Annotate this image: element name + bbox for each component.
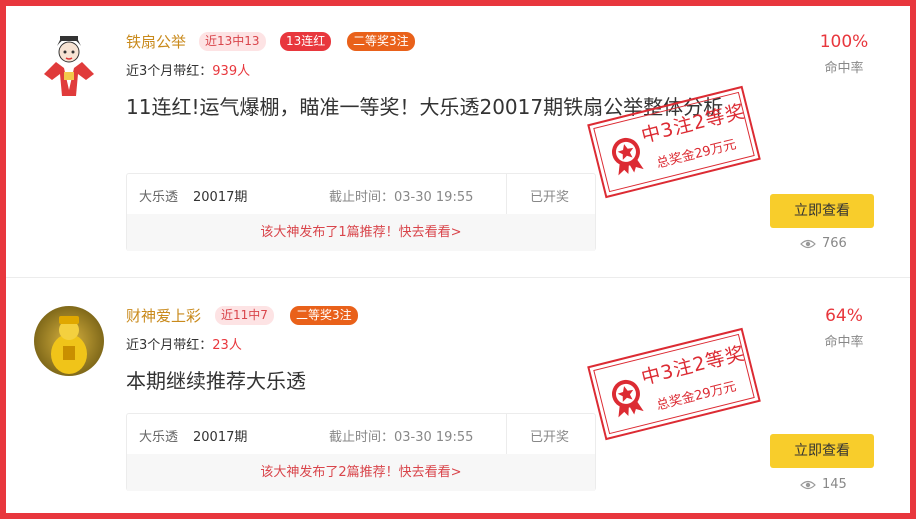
- view-count: 145: [800, 477, 847, 492]
- deadline-time: 截止时间：03-30 19:55: [329, 190, 474, 205]
- eye-icon: [800, 239, 816, 248]
- followers-stat: 近3个月带红：939人: [126, 60, 250, 79]
- stat-label: 近3个月带红：: [126, 338, 213, 353]
- issue-number: 20017期: [193, 190, 248, 205]
- hit-record-tag: 近13中13: [199, 32, 266, 51]
- lottery-name: 大乐透: [139, 190, 179, 205]
- lottery-info-box: 大乐透 20017期 截止时间：03-30 19:55 已开奖 该大神发布了1篇…: [126, 173, 596, 251]
- hit-rate-label: 命中率: [824, 61, 864, 76]
- prize-stamp: 中3注2等奖 总奖金29万元: [587, 327, 761, 441]
- divider: [506, 174, 507, 214]
- lottery-info-row: 大乐透 20017期 截止时间：03-30 19:55 已开奖: [127, 174, 595, 214]
- lottery-name: 大乐透: [139, 430, 179, 445]
- stat-label: 近3个月带红：: [126, 64, 213, 79]
- lottery-info-box: 大乐透 20017期 截止时间：03-30 19:55 已开奖 该大神发布了2篇…: [126, 413, 596, 491]
- more-recommendations-link[interactable]: 该大神发布了1篇推荐！快去看看>: [127, 214, 595, 251]
- more-recommendations-link[interactable]: 该大神发布了2篇推荐！快去看看>: [127, 454, 595, 491]
- divider: [506, 414, 507, 454]
- deadline-time: 截止时间：03-30 19:55: [329, 430, 474, 445]
- followers-stat: 近3个月带红：23人: [126, 334, 242, 353]
- view-count-value: 766: [822, 236, 847, 251]
- prize-tag: 二等奖3注: [290, 306, 358, 325]
- view-count-value: 145: [822, 477, 847, 492]
- author-name[interactable]: 铁扇公举: [126, 31, 186, 52]
- post-card: 财神爱上彩 近11中7 二等奖3注 近3个月带红：23人 本期继续推荐大乐透 中…: [6, 278, 910, 513]
- avatar[interactable]: [34, 28, 104, 98]
- hit-rate-value: 100%: [819, 32, 869, 52]
- hit-record-tag: 近11中7: [215, 306, 274, 325]
- hit-rate-label: 命中率: [824, 335, 864, 350]
- avatar[interactable]: [34, 306, 104, 376]
- draw-status: 已开奖: [530, 430, 570, 445]
- stat-value: 23人: [212, 338, 242, 353]
- eye-icon: [800, 480, 816, 489]
- lottery-info-row: 大乐透 20017期 截止时间：03-30 19:55 已开奖: [127, 414, 595, 454]
- view-count: 766: [800, 236, 847, 251]
- draw-status: 已开奖: [530, 190, 570, 205]
- stat-value: 939人: [212, 64, 251, 79]
- author-name[interactable]: 财神爱上彩: [126, 305, 201, 326]
- prize-tag: 二等奖3注: [347, 32, 415, 51]
- hit-rate-value: 64%: [825, 306, 863, 326]
- issue-number: 20017期: [193, 430, 248, 445]
- post-card: 铁扇公举 近13中13 13连红 二等奖3注 近3个月带红：939人 11连红!…: [6, 6, 910, 277]
- streak-tag: 13连红: [280, 32, 332, 51]
- view-now-button[interactable]: 立即查看: [770, 434, 874, 468]
- view-now-button[interactable]: 立即查看: [770, 194, 874, 228]
